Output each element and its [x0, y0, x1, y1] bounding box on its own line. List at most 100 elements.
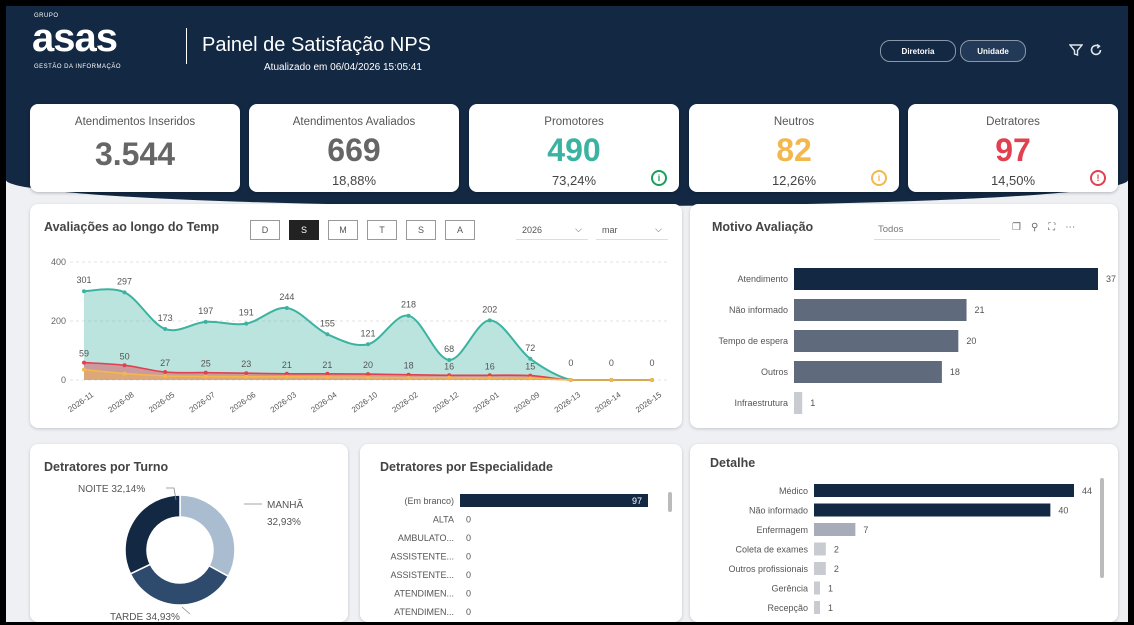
bar-category-label: Enfermagem: [756, 525, 808, 535]
bar-category-label: (Em branco): [404, 496, 454, 506]
bar: [794, 361, 942, 383]
bar-category-label: Não informado: [749, 506, 808, 516]
data-label: 23: [241, 359, 251, 369]
slice-label: MANHÃ: [267, 498, 303, 511]
bar: [794, 392, 803, 414]
bar-value-label: 0: [466, 570, 471, 580]
bar: [794, 299, 967, 321]
kpi-value: 82: [776, 132, 812, 168]
gran-s2-button[interactable]: S: [406, 220, 436, 240]
gran-m-button[interactable]: M: [328, 220, 358, 240]
bar-category-label: ATENDIMEN...: [394, 607, 454, 617]
detalhe-chart: Médico 44 Não informado 40 Enfermagem 7 Coleta…: [728, 484, 1092, 614]
data-point: [122, 363, 127, 368]
data-label: 191: [239, 308, 254, 318]
data-label: 0: [609, 358, 614, 368]
x-tick-label: 2026-03: [269, 390, 299, 415]
kpi-value: 669: [327, 132, 381, 168]
kpi-label: Atendimentos Avaliados: [292, 116, 416, 128]
kpi-atendimentos-inseridos: Atendimentos Inseridos 3.544: [30, 104, 240, 192]
data-point: [650, 378, 654, 382]
last-updated: Atualizado em 06/04/2026 15:05:41: [264, 62, 422, 73]
bar-value-label: 97: [632, 496, 642, 506]
slice-label: 32,93%: [267, 517, 301, 528]
month-value: mar: [602, 224, 618, 235]
data-point: [447, 375, 452, 380]
detalhe-card: Detalhe Médico 44 Não informado 40 Enfermage…: [690, 444, 1118, 622]
bar-value-label: 0: [466, 552, 471, 562]
gran-s-button[interactable]: S: [289, 220, 319, 240]
bar-value-label: 0: [466, 533, 471, 543]
donut-slice: [124, 494, 181, 575]
gran-a-button[interactable]: A: [445, 220, 475, 240]
bar-value-label: 20: [966, 336, 976, 346]
gran-d-button[interactable]: D: [250, 220, 280, 240]
data-point: [325, 375, 330, 380]
bar-value-label: 2: [834, 564, 839, 574]
data-label: 197: [198, 306, 213, 316]
bar-value-label: 37: [1106, 274, 1116, 284]
x-tick-label: 2026-14: [593, 390, 623, 415]
data-label: 16: [444, 361, 454, 371]
data-label: 18: [404, 361, 414, 371]
kpi-detratores: Detratores 97 14,50% !: [908, 104, 1118, 192]
data-point: [122, 290, 127, 295]
refresh-icon[interactable]: [1086, 40, 1106, 60]
y-tick-label: 200: [51, 316, 66, 326]
bar-category-label: Gerência: [771, 584, 808, 594]
slice-label: TARDE 34,93%: [110, 612, 180, 622]
x-tick-label: 2026-08: [107, 390, 137, 415]
kpi-label: Promotores: [544, 116, 604, 128]
info-icon[interactable]: i: [651, 170, 667, 186]
scrollbar[interactable]: [668, 492, 672, 512]
x-tick-label: 2026-10: [350, 390, 380, 415]
data-point: [244, 321, 249, 326]
kpi-neutros: Neutros 82 12,26% i: [689, 104, 899, 192]
chevron-down-icon: ⌵: [575, 224, 582, 234]
data-point: [487, 375, 492, 380]
year-select[interactable]: 2026 ⌵: [516, 220, 588, 240]
logo: asas: [32, 16, 118, 60]
bar-category-label: ASSISTENTE...: [390, 552, 454, 562]
data-point: [122, 371, 127, 376]
kpi-promotores: Promotores 490 73,24% i: [469, 104, 679, 192]
filter-icon[interactable]: [1066, 40, 1086, 60]
dashboard: GRUPO asas GESTÃO DA INFORMAÇÃO Painel d…: [6, 6, 1128, 622]
data-label: 202: [482, 304, 497, 314]
data-point: [528, 356, 533, 361]
data-point: [244, 371, 249, 376]
data-label: 68: [444, 344, 454, 354]
donut-slice: [129, 563, 230, 606]
donut-slice: [179, 494, 236, 578]
bar-category-label: Não informado: [729, 305, 788, 315]
turno-card: Detratores por Turno MANHÃ 32,93% TARDE 34…: [30, 444, 348, 622]
kpi-value: 490: [547, 132, 601, 168]
x-tick-label: 2026-11: [66, 390, 95, 414]
data-point: [487, 318, 492, 323]
data-point: [203, 370, 208, 375]
data-point: [406, 313, 411, 318]
bar: [794, 268, 1098, 290]
scrollbar[interactable]: [1100, 478, 1104, 578]
kpi-percent: 12,26%: [771, 173, 817, 188]
turno-chart: MANHÃ 32,93% TARDE 34,93% NOITE 32,14%: [78, 484, 303, 622]
diretoria-button[interactable]: Diretoria: [880, 40, 956, 62]
leader-line: [181, 606, 191, 615]
especialidade-card: Detratores por Especialidade (Em branco)…: [360, 444, 682, 622]
data-point: [163, 326, 168, 331]
info-icon[interactable]: i: [871, 170, 887, 186]
data-point: [82, 367, 86, 372]
unidade-button[interactable]: Unidade: [960, 40, 1026, 62]
header-bar: GRUPO asas GESTÃO DA INFORMAÇÃO Painel d…: [6, 6, 1128, 88]
data-point: [203, 319, 208, 324]
x-tick-label: 2026-01: [472, 390, 502, 415]
alert-icon[interactable]: !: [1090, 170, 1106, 186]
bar-category-label: AMBULATO...: [398, 533, 454, 543]
kpi-percent: 18,88%: [331, 173, 377, 188]
x-tick-label: 2026-09: [512, 390, 542, 415]
data-label: 15: [525, 362, 535, 372]
header-divider: [186, 28, 187, 64]
gran-t-button[interactable]: T: [367, 220, 397, 240]
data-label: 0: [649, 358, 654, 368]
month-select[interactable]: mar ⌵: [596, 220, 668, 240]
